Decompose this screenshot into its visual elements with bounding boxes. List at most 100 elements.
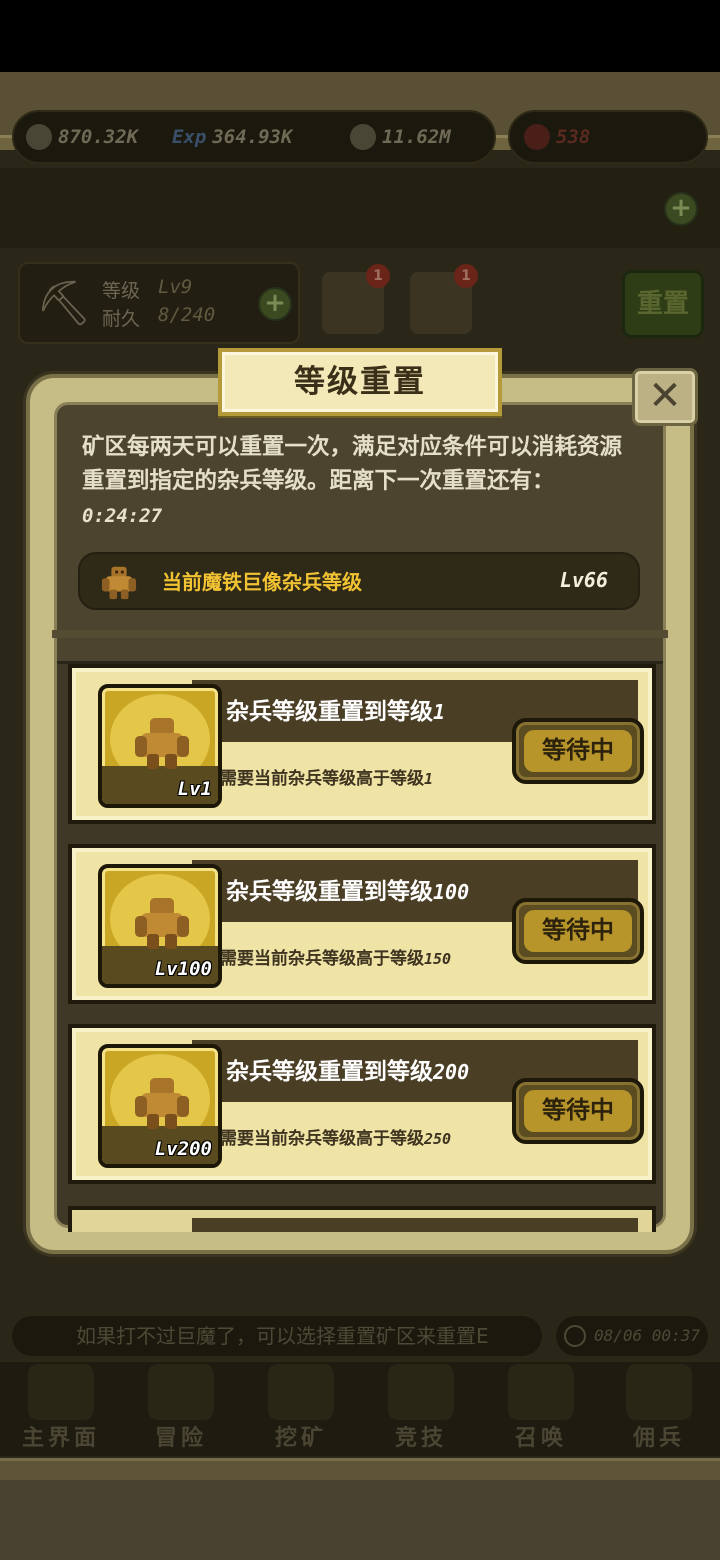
chest-slot[interactable]: 1 [410, 264, 478, 334]
reset-target-level: 100 [433, 880, 470, 904]
thumbnail-level: Lv100 [154, 958, 212, 980]
close-button[interactable]: ✕ [632, 368, 698, 426]
golem-icon [101, 566, 137, 600]
nav-label: 竞技 [394, 1426, 447, 1451]
nav-summon[interactable]: 召唤 [486, 1360, 596, 1452]
reset-target-level: 200 [433, 1060, 470, 1084]
nav-arena[interactable]: 竞技 [366, 1360, 476, 1452]
reset-target-text: 杂兵等级重置到等级 [226, 1059, 433, 1085]
nav-adventure[interactable]: 冒险 [126, 1360, 236, 1452]
thumbnail-level: Lv200 [154, 1138, 212, 1160]
nav-label: 召唤 [514, 1426, 567, 1451]
gold-resource: 11.62M [350, 120, 451, 154]
attack-value: 870.32K [58, 126, 139, 148]
clock-icon [564, 1325, 586, 1347]
dialog-title-plate: 等级重置 [218, 348, 502, 416]
pickaxe-level-row: 等级 Lv9 [102, 276, 192, 303]
summon-scroll-icon [508, 1364, 574, 1420]
reset-requirement: 需要当前杂兵等级高于等级150 [220, 944, 451, 969]
notification-badge: 1 [366, 264, 390, 288]
golem-icon [135, 1078, 189, 1129]
current-level-label: 当前魔铁巨像杂兵等级 [162, 570, 362, 594]
reset-description: 矿区每两天可以重置一次，满足对应条件可以消耗资源重置到指定的杂兵等级。距离下一次… [82, 430, 642, 533]
close-icon: ✕ [648, 373, 682, 419]
status-area [0, 0, 720, 72]
crossed-swords-icon [388, 1364, 454, 1420]
waiting-button-label: 等待中 [542, 916, 614, 944]
golem-icon [135, 718, 189, 769]
pickaxe-icon: ⛏ [36, 278, 92, 329]
gem-value: 538 [556, 126, 591, 148]
clock-time: 08/06 00:37 [594, 1326, 700, 1345]
reset-target-title: 杂兵等级重置到等级200 [226, 1052, 469, 1086]
notification-badge: 1 [454, 264, 478, 288]
reset-option-card: 杂兵等级重置到等级200 需要当前杂兵等级高于等级250 Lv200 等待中 [68, 1024, 656, 1184]
dialog-title: 等级重置 [294, 364, 426, 400]
golem-thumbnail: Lv100 [98, 864, 222, 988]
durability-label: 耐久 [102, 308, 141, 330]
waiting-button-label: 等待中 [542, 736, 614, 764]
nav-label: 佣兵 [632, 1426, 685, 1451]
golem-thumbnail: Lv1 [98, 684, 222, 808]
reset-requirement: 需要当前杂兵等级高于等级250 [220, 1124, 451, 1149]
reset-option-card: 杂兵等级重置到等级100 需要当前杂兵等级高于等级150 Lv100 等待中 [68, 844, 656, 1004]
gold-icon [350, 124, 376, 150]
nav-label: 主界面 [21, 1426, 100, 1451]
pickaxe-durability-row: 耐久 8/240 [102, 304, 215, 331]
reset-target-text: 杂兵等级重置到等级 [226, 699, 433, 725]
durability-value: 8/240 [158, 304, 216, 326]
gem-resource: 538 [524, 120, 590, 154]
resource-bar [0, 168, 720, 248]
add-durability-button[interactable]: + [258, 287, 292, 321]
reset-option-card-partial [68, 1206, 656, 1232]
reset-target-title: 杂兵等级重置到等级1 [226, 692, 445, 726]
reset-requirement: 需要当前杂兵等级高于等级1 [220, 764, 433, 789]
bottom-decoration [0, 1480, 720, 1560]
requirement-level: 1 [424, 770, 434, 788]
current-level-bar: 当前魔铁巨像杂兵等级 Lv66 [78, 552, 640, 610]
requirement-level: 150 [424, 950, 452, 968]
nav-main[interactable]: 主界面 [6, 1360, 116, 1452]
golem-slot[interactable]: 1 [322, 264, 390, 334]
thumbnail-level: Lv1 [177, 778, 212, 800]
waiting-button[interactable]: 等待中 [512, 718, 644, 784]
golem-icon [135, 898, 189, 949]
add-gems-button[interactable]: + [664, 192, 698, 226]
waiting-button[interactable]: 等待中 [512, 898, 644, 964]
reset-target-text: 杂兵等级重置到等级 [226, 879, 433, 905]
reset-target-title: 杂兵等级重置到等级100 [226, 872, 469, 906]
open-reset-button[interactable]: 重置 [622, 270, 704, 338]
level-value: Lv9 [158, 276, 193, 298]
nav-label: 冒险 [154, 1426, 207, 1451]
mercenary-icon [626, 1364, 692, 1420]
waiting-button-label: 等待中 [542, 1096, 614, 1124]
attack-resource: 870.32K [26, 120, 138, 154]
requirement-level: 250 [424, 1130, 452, 1148]
exp-icon: Exp [172, 126, 207, 148]
sword-icon [26, 124, 52, 150]
scroll-icon [28, 1364, 94, 1420]
section-divider [52, 630, 668, 638]
reset-option-card: 杂兵等级重置到等级1 需要当前杂兵等级高于等级1 Lv1 等待中 [68, 664, 656, 824]
nav-mining[interactable]: 挖矿 [246, 1360, 356, 1452]
countdown-timer: 0:24:27 [82, 505, 163, 527]
nav-divider [0, 1458, 720, 1480]
requirement-text: 需要当前杂兵等级高于等级 [220, 769, 424, 789]
reset-target-level: 1 [433, 700, 446, 724]
nav-label: 挖矿 [274, 1426, 327, 1451]
news-ticker: 如果打不过巨魔了，可以选择重置矿区来重置E [12, 1316, 542, 1356]
requirement-text: 需要当前杂兵等级高于等级 [220, 949, 424, 969]
clock-display: 08/06 00:37 [556, 1316, 708, 1356]
nav-mercenary[interactable]: 佣兵 [604, 1360, 714, 1452]
map-icon [148, 1364, 214, 1420]
card-header-strip [192, 1218, 638, 1232]
pickaxe-icon [268, 1364, 334, 1420]
exp-resource: Exp 364.93K [172, 120, 292, 154]
requirement-text: 需要当前杂兵等级高于等级 [220, 1129, 424, 1149]
gold-value: 11.62M [382, 126, 451, 148]
waiting-button[interactable]: 等待中 [512, 1078, 644, 1144]
gem-icon [524, 124, 550, 150]
current-level-value: Lv66 [559, 568, 608, 592]
golem-thumbnail: Lv200 [98, 1044, 222, 1168]
description-text: 矿区每两天可以重置一次，满足对应条件可以消耗资源重置到指定的杂兵等级。距离下一次… [82, 434, 623, 494]
